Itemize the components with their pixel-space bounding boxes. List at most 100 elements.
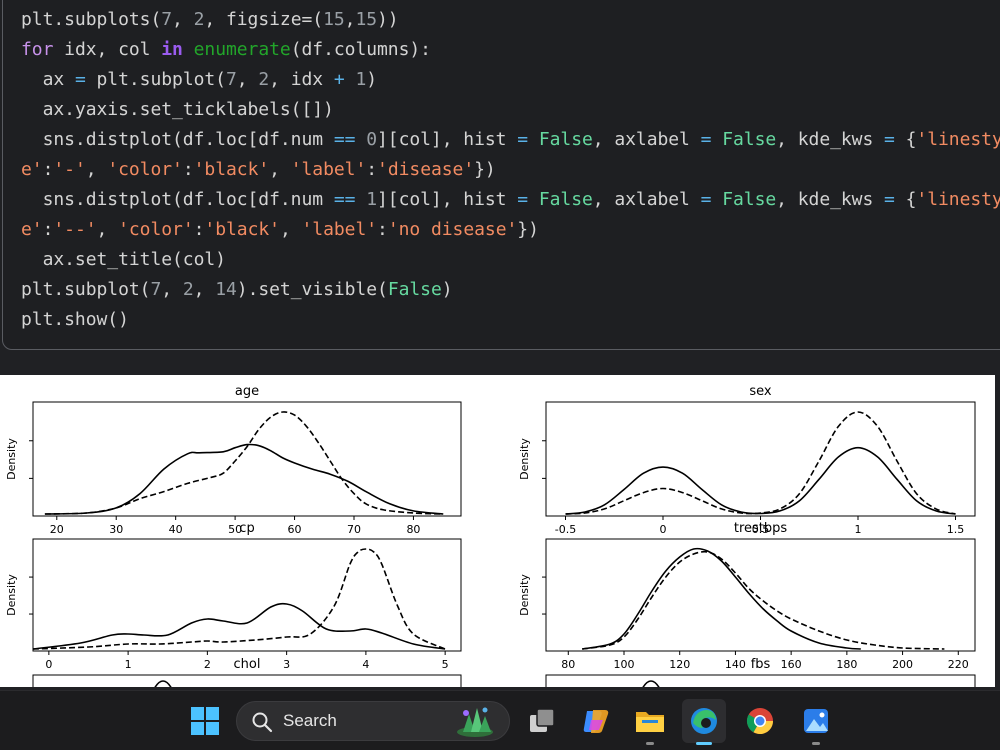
- code-token: :: [42, 159, 54, 180]
- windows-logo-icon: [191, 707, 219, 735]
- x-tick-label: 4: [362, 658, 369, 671]
- x-tick-label: 30: [109, 523, 123, 536]
- code-token: plt.show(): [21, 309, 129, 330]
- code-token: =: [517, 129, 529, 150]
- code-token: idx, col: [53, 39, 162, 60]
- code-token: ,: [193, 279, 216, 300]
- code-editor[interactable]: plt.subplots(7, 2, figsize=(15,15)) for i…: [21, 5, 1000, 335]
- code-token: :: [366, 159, 378, 180]
- code-line: ax.set_title(col): [21, 245, 997, 275]
- code-token: 15: [355, 9, 378, 30]
- x-tick-label: 160: [781, 658, 802, 671]
- code-token: False: [722, 129, 777, 150]
- code-line: for idx, col in enumerate(df.columns):: [21, 35, 997, 65]
- code-token: 0: [366, 129, 377, 150]
- code-token: 15: [323, 9, 345, 30]
- y-axis-label: Density: [5, 438, 18, 480]
- code-token: plt.subplot(: [21, 279, 151, 300]
- code-token: }): [517, 219, 539, 240]
- subplot-age: ageDensity20 30 40 50 60 70 80: [5, 384, 462, 536]
- code-token: {: [894, 189, 917, 210]
- code-line: e':'--', 'color':'black', 'label':'no di…: [21, 215, 997, 245]
- code-token: ax: [21, 69, 75, 90]
- copilot-icon: [583, 710, 609, 733]
- search-icon: [252, 712, 273, 733]
- axes-frame: [545, 674, 976, 687]
- edge-browser-icon: [691, 708, 717, 734]
- code-token: , kde_kws: [776, 129, 885, 150]
- x-tick-label: 3: [283, 658, 290, 671]
- subplots-figure: ageDensity20 30 40 50 60 70 80sexDensity-0.5 0 0…: [5, 384, 976, 687]
- code-token: )): [377, 9, 399, 30]
- x-tick-label: 200: [892, 658, 913, 671]
- taskbar-task-view[interactable]: [520, 699, 564, 743]
- code-token: plt.subplots(: [21, 9, 162, 30]
- x-tick-label: 40: [169, 523, 183, 536]
- code-token: ,: [96, 219, 119, 240]
- code-token: }): [474, 159, 496, 180]
- code-token: 1: [366, 189, 377, 210]
- code-token: ==: [333, 189, 356, 210]
- code-token: False: [722, 189, 777, 210]
- search-label: Search: [283, 711, 337, 730]
- code-token: '-': [53, 159, 86, 180]
- start-button[interactable]: [183, 699, 227, 743]
- taskbar-photos[interactable]: [794, 699, 838, 745]
- kde-curve-fragment: [154, 680, 172, 687]
- subplot-title: cp: [239, 521, 254, 536]
- code-token: sns.distplot(df.loc[df.num: [21, 129, 334, 150]
- subplot-title: chol: [234, 657, 261, 672]
- code-token: 14: [215, 279, 237, 300]
- code-token: =: [517, 189, 529, 210]
- code-token: 'disease': [377, 159, 475, 180]
- taskbar-search-box[interactable]: Search: [236, 701, 510, 741]
- taskbar-file-explorer[interactable]: [628, 699, 672, 745]
- code-cell[interactable]: plt.subplots(7, 2, figsize=(15,15)) for i…: [2, 0, 1000, 350]
- code-line: ax.yaxis.set_ticklabels([]): [21, 95, 997, 125]
- code-token: ==: [333, 129, 356, 150]
- code-token: 'linestyl: [916, 129, 1000, 150]
- figure-output: age Density 20 30 40 50 60 70 80 sex Density -0.5 0 0…: [0, 375, 995, 687]
- taskbar-chrome[interactable]: [738, 699, 782, 743]
- code-line: e':'-', 'color':'black', 'label':'diseas…: [21, 155, 997, 185]
- code-token: =: [884, 129, 895, 150]
- x-tick-label: -0.5: [555, 523, 576, 536]
- code-token: 7: [161, 9, 173, 30]
- taskbar-copilot[interactable]: [574, 699, 618, 743]
- x-tick-label: 5: [442, 658, 449, 671]
- x-tick-label: 20: [50, 523, 64, 536]
- code-line: plt.subplot(7, 2, 14).set_visible(False): [21, 275, 997, 305]
- axes-frame: [32, 538, 462, 652]
- code-line: sns.distplot(df.loc[df.num == 1][col], h…: [21, 185, 1000, 215]
- code-token: , idx: [269, 69, 334, 90]
- kde-curve-dashed: [582, 550, 945, 650]
- active-indicator: [696, 742, 712, 745]
- axes-frame: [32, 674, 462, 687]
- code-token: +: [333, 69, 345, 90]
- code-token: 1: [355, 69, 367, 90]
- code-token: '--': [53, 219, 97, 240]
- running-indicator: [646, 742, 654, 745]
- taskbar-edge[interactable]: [682, 699, 726, 745]
- y-axis-label: Density: [518, 574, 531, 616]
- code-token: 'color': [118, 219, 194, 240]
- subplot-title: age: [235, 384, 259, 399]
- code-token: False: [538, 189, 593, 210]
- code-token: =: [884, 189, 895, 210]
- code-token: 'linestyl: [916, 189, 1000, 210]
- subplot-chol: chol: [32, 657, 462, 687]
- running-indicator: [812, 742, 820, 745]
- code-token: :: [182, 159, 194, 180]
- code-token: enumerate: [193, 39, 291, 60]
- kde-curve-fragment: [642, 680, 660, 687]
- x-tick-label: 2: [204, 658, 211, 671]
- code-token: ,: [161, 279, 183, 300]
- code-token: sns.distplot(df.loc[df.num: [21, 189, 334, 210]
- code-token: ][col], hist: [377, 189, 518, 210]
- code-token: for: [21, 39, 54, 60]
- code-token: 'color': [107, 159, 183, 180]
- code-token: ).set_visible(: [236, 279, 388, 300]
- code-token: e': [21, 219, 43, 240]
